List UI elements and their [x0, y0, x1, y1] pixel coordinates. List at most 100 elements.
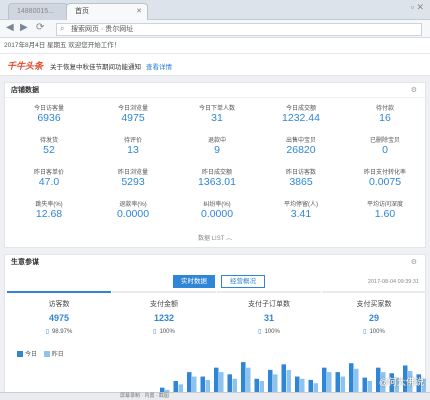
metric-item[interactable]: 昨日浏览量 5293: [91, 167, 175, 189]
metric-item[interactable]: 退款率(%) 0.0000: [91, 199, 175, 221]
metric-item[interactable]: 今日浏览量 4975: [91, 103, 175, 125]
metric-item[interactable]: 今日下单人数 31: [175, 103, 259, 125]
refresh-icon[interactable]: ⟳: [36, 22, 44, 33]
metric-item[interactable]: 待发货 52: [7, 135, 91, 157]
metric-item[interactable]: 昨日成交额 1363.01: [175, 167, 259, 189]
metric-item[interactable]: 平均停留(人) 3.41: [259, 199, 343, 221]
kpi-card[interactable]: 支付子订单数 31 ▯ 100%: [217, 291, 321, 345]
metric-item[interactable]: 昨日客单价 47.0: [7, 167, 91, 189]
metric-label: 已删除宝贝: [369, 138, 400, 144]
metric-label: 今日成交额: [285, 106, 316, 112]
kpi-mobile-share: ▯ 100%: [217, 328, 321, 335]
metric-item[interactable]: 退款中 9: [175, 135, 259, 157]
collapse-toggle[interactable]: 数据 LIST ︿: [5, 233, 425, 242]
tab-home[interactable]: 首页 ✕: [66, 3, 148, 20]
metric-value: 13: [127, 144, 139, 156]
notice-detail-link[interactable]: 查看详情: [146, 61, 172, 71]
window-controls-icon[interactable]: ▫ ✕: [411, 2, 424, 13]
url-input[interactable]: ⌕ 搜索网页 · 贵尔网址: [56, 23, 422, 36]
settings-icon[interactable]: ⚙: [411, 83, 417, 98]
metric-label: 昨日成交额: [201, 170, 232, 176]
metric-item[interactable]: 出售中宝贝 26820: [259, 135, 343, 157]
kpi-pct: 100%: [369, 329, 385, 335]
notice-text[interactable]: 关于恢复中秋佳节期间功能通知: [50, 61, 141, 71]
store-data-title: 店铺数据 ⚙: [5, 83, 425, 98]
tab-overview[interactable]: 经营概况: [221, 275, 265, 288]
search-icon: ⌕: [60, 24, 65, 33]
metric-label: 昨日支付转化率: [363, 170, 406, 176]
metric-item[interactable]: 昨日访客数 3865: [259, 167, 343, 189]
business-advisor-panel: 生意参谋 ⚙ 实时数据 经营概况 2017-08-04 09:39:31 访客数 4…: [4, 254, 426, 400]
greeting-text: 2017年8月4日 星期五 欢迎您开始工作！: [4, 42, 121, 49]
kpi-mobile-share: ▯ 100%: [112, 328, 216, 335]
metric-value: 3865: [289, 176, 313, 188]
kpi-value: 1232: [153, 313, 175, 323]
metric-item[interactable]: 纠纷率(%) 0.0000: [175, 199, 259, 221]
mobile-icon: ▯: [258, 329, 262, 335]
metric-item[interactable]: 待评价 13: [91, 135, 175, 157]
business-title: 生意参谋 ⚙: [5, 255, 425, 270]
metric-value: 0: [382, 144, 388, 156]
business-title-text: 生意参谋: [11, 259, 39, 266]
metric-value: 3.41: [290, 208, 312, 220]
metric-item[interactable]: 今日访客量 6936: [7, 103, 91, 125]
metric-value: 1232.44: [282, 112, 320, 124]
store-data-title-text: 店铺数据: [11, 87, 39, 94]
metric-item[interactable]: 今日成交额 1232.44: [259, 103, 343, 125]
kpi-mobile-share: ▯ 100%: [322, 328, 426, 335]
kpi-label: 访客数: [48, 301, 70, 308]
mobile-icon: ▯: [45, 329, 49, 335]
metric-label: 待发货: [39, 138, 58, 144]
metric-value: 0.0000: [200, 208, 234, 220]
tab-home-label: 首页: [75, 8, 89, 15]
watermark: @何大佛说: [378, 377, 424, 387]
metric-label: 昨日浏览量: [117, 170, 148, 176]
metric-label: 今日访客量: [33, 106, 64, 112]
metric-value: 1363.01: [198, 176, 236, 188]
tab-realtime[interactable]: 实时数据: [173, 275, 215, 288]
store-data-panel: 店铺数据 ⚙ 今日访客量 6936 今日浏览量 4975 今日下单人数 31 今日成交额 123…: [4, 82, 426, 248]
close-icon[interactable]: ✕: [136, 4, 142, 19]
metric-label: 今日下单人数: [198, 106, 235, 112]
forward-icon[interactable]: ▶: [20, 22, 28, 33]
kpi-label: 支付子订单数: [248, 301, 290, 308]
metric-value: 26820: [286, 144, 316, 156]
metric-label: 待付款: [375, 106, 394, 112]
metric-item[interactable]: 平均访问深度 1.60: [343, 199, 427, 221]
mobile-icon: ▯: [153, 329, 157, 335]
metric-label: 昨日客单价: [33, 170, 64, 176]
taskbar: 屏幕录制 · 内置 · 截图: [0, 392, 430, 400]
notice-bar: 千牛头条 关于恢复中秋佳节期间功能通知 查看详情: [0, 54, 430, 76]
mobile-icon: ▯: [363, 329, 367, 335]
metric-value: 0.0000: [116, 208, 150, 220]
collapse-label: 数据 LIST: [198, 236, 225, 242]
metric-item[interactable]: 待付款 16: [343, 103, 427, 125]
kpi-pct: 100%: [159, 329, 175, 335]
metric-label: 跳失率(%): [35, 202, 63, 208]
metric-label: 退款率(%): [119, 202, 147, 208]
metric-value: 52: [43, 144, 55, 156]
tab-store[interactable]: 14880015...: [8, 3, 68, 20]
metric-label: 平均停留(人): [284, 202, 318, 208]
kpi-card[interactable]: 访客数 4975 ▯ 98.97%: [7, 291, 111, 345]
tab-bar: 14880015... 首页 ✕ ▫ ✕: [0, 0, 430, 20]
kpi-label: 支付金额: [150, 301, 178, 308]
metric-label: 退款中: [207, 138, 226, 144]
metric-label: 待评价: [123, 138, 142, 144]
metric-value: 5293: [121, 176, 145, 188]
kpi-pct: 100%: [264, 329, 280, 335]
back-icon[interactable]: ◀: [6, 22, 14, 33]
kpi-card[interactable]: 支付买家数 29 ▯ 100%: [322, 291, 426, 345]
metric-label: 纠纷率(%): [203, 202, 231, 208]
metric-value: 47.0: [38, 176, 60, 188]
metric-item[interactable]: 跳失率(%) 12.68: [7, 199, 91, 221]
metric-item[interactable]: 昨日支付转化率 0.0075: [343, 167, 427, 189]
metric-label: 今日浏览量: [117, 106, 148, 112]
settings-icon[interactable]: ⚙: [411, 255, 417, 270]
metric-value: 12.68: [35, 208, 63, 220]
kpi-card[interactable]: 支付金额 1232 ▯ 100%: [112, 291, 216, 345]
metric-value: 1.60: [374, 208, 396, 220]
qianniu-logo: 千牛头条: [7, 61, 44, 71]
metric-item[interactable]: 已删除宝贝 0: [343, 135, 427, 157]
metric-value: 6936: [37, 112, 61, 124]
